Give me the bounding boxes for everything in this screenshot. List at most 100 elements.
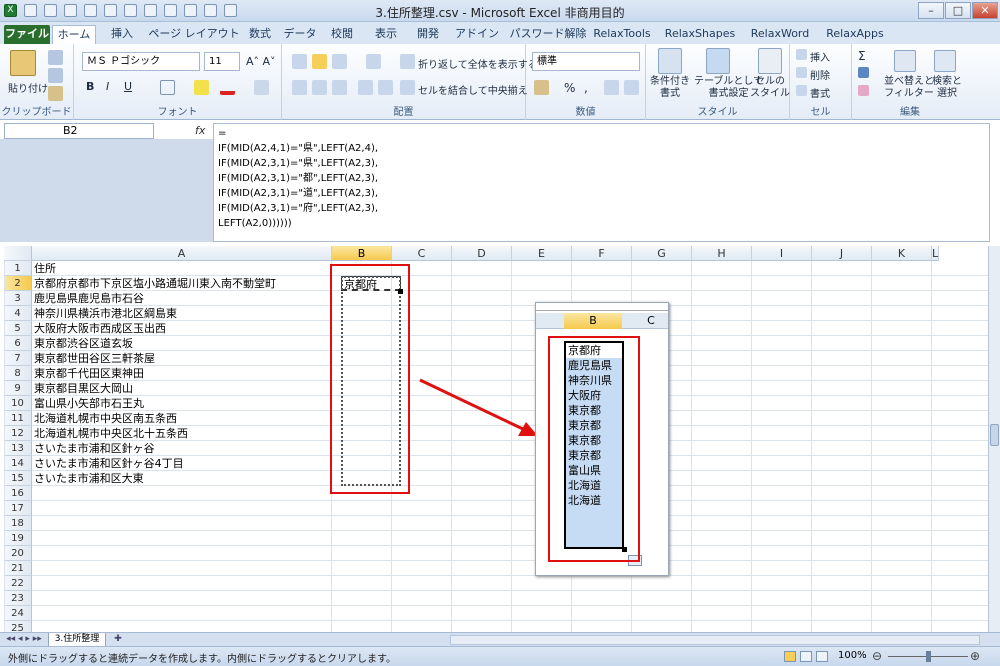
column-header-j[interactable]: J: [812, 246, 872, 261]
tab-relaxtools[interactable]: RelaxTools: [592, 25, 652, 44]
row-header[interactable]: 10: [4, 396, 32, 411]
maximize-button[interactable]: □: [945, 2, 971, 19]
zoom-in-icon[interactable]: ⊕: [970, 649, 980, 663]
minimize-button[interactable]: –: [918, 2, 944, 19]
row-header[interactable]: 6: [4, 336, 32, 351]
align-top-icon[interactable]: [292, 54, 307, 69]
italic-button[interactable]: I: [106, 80, 109, 93]
row-header[interactable]: 3: [4, 291, 32, 306]
cell-a[interactable]: 東京都目黒区大岡山: [32, 381, 133, 396]
cell-styles-icon[interactable]: [758, 48, 782, 74]
column-header-k[interactable]: K: [872, 246, 932, 261]
page-break-view-icon[interactable]: [816, 651, 828, 662]
format-painter-icon[interactable]: [48, 86, 63, 101]
tab-relaxword[interactable]: RelaxWord: [748, 25, 812, 44]
row-header[interactable]: 24: [4, 606, 32, 621]
border-icon[interactable]: [160, 80, 175, 95]
tab-view[interactable]: 表示: [368, 25, 404, 44]
bold-button[interactable]: B: [86, 80, 94, 93]
font-color-icon[interactable]: [220, 80, 235, 95]
indent-decrease-icon[interactable]: [358, 80, 373, 95]
row-header[interactable]: 16: [4, 486, 32, 501]
column-header-e[interactable]: E: [512, 246, 572, 261]
merge-icon[interactable]: [400, 80, 415, 95]
formula-input[interactable]: = IF(MID(A2,4,1)="県",LEFT(A2,4), IF(MID(…: [213, 123, 990, 242]
cell-a[interactable]: 京都府京都市下京区塩小路通堀川東入南不動堂町: [32, 276, 276, 291]
insert-function-button[interactable]: fx: [195, 124, 205, 137]
cell-a[interactable]: さいたま市浦和区針ヶ谷4丁目: [32, 456, 184, 471]
cell-a[interactable]: 東京都世田谷区三軒茶屋: [32, 351, 155, 366]
merge-center-button[interactable]: セルを結合して中央揃え: [418, 82, 528, 97]
select-all-corner[interactable]: [4, 246, 32, 261]
conditional-format-button[interactable]: 条件付き 書式: [650, 76, 690, 100]
comma-button[interactable]: ,: [584, 81, 588, 95]
horizontal-scrollbar[interactable]: [450, 635, 980, 645]
row-header[interactable]: 11: [4, 411, 32, 426]
cell-styles-button[interactable]: セルの スタイル: [750, 76, 790, 100]
indent-increase-icon[interactable]: [378, 80, 393, 95]
row-header[interactable]: 9: [4, 381, 32, 396]
row-header[interactable]: 18: [4, 516, 32, 531]
row-header[interactable]: 12: [4, 426, 32, 441]
clear-icon[interactable]: [858, 85, 869, 96]
font-size-select[interactable]: 11: [204, 52, 240, 71]
binoculars-icon[interactable]: [934, 50, 956, 72]
cell-a[interactable]: さいたま市浦和区針ヶ谷: [32, 441, 155, 456]
zoom-slider-thumb[interactable]: [926, 651, 931, 662]
delete-cells-icon[interactable]: [796, 67, 807, 78]
tab-relaxapps[interactable]: RelaxApps: [822, 25, 888, 44]
sort-filter-icon[interactable]: [894, 50, 916, 72]
format-cells-button[interactable]: 書式: [810, 85, 830, 100]
tab-page-layout[interactable]: ページ レイアウト: [146, 25, 242, 44]
currency-icon[interactable]: [534, 80, 549, 95]
number-format-select[interactable]: 標準: [532, 52, 640, 71]
cell-a[interactable]: 神奈川県横浜市港北区綱島東: [32, 306, 177, 321]
page-layout-view-icon[interactable]: [800, 651, 812, 662]
cell-a[interactable]: さいたま市浦和区大東: [32, 471, 144, 486]
format-table-icon[interactable]: [706, 48, 730, 74]
find-select-button[interactable]: 検索と 選択: [932, 76, 962, 100]
autosum-icon[interactable]: Σ: [858, 49, 866, 63]
row-header[interactable]: 5: [4, 321, 32, 336]
tab-insert[interactable]: 挿入: [104, 25, 140, 44]
row-header[interactable]: 15: [4, 471, 32, 486]
column-header-l[interactable]: L: [932, 246, 940, 261]
row-header[interactable]: 25: [4, 621, 32, 632]
conditional-format-icon[interactable]: [658, 48, 682, 74]
align-middle-icon[interactable]: [312, 54, 327, 69]
fill-icon[interactable]: [858, 67, 869, 78]
orientation-icon[interactable]: [366, 54, 381, 69]
cell-a[interactable]: 富山県小矢部市石王丸: [32, 396, 144, 411]
tab-file[interactable]: ファイル: [4, 25, 50, 44]
column-header-g[interactable]: G: [632, 246, 692, 261]
row-header[interactable]: 19: [4, 531, 32, 546]
column-header-h[interactable]: H: [692, 246, 752, 261]
row-header[interactable]: 20: [4, 546, 32, 561]
zoom-level[interactable]: 100%: [838, 650, 867, 661]
tab-developer[interactable]: 開発: [410, 25, 446, 44]
sheet-tab-active[interactable]: 3.住所整理: [48, 633, 106, 647]
column-header-f[interactable]: F: [572, 246, 632, 261]
new-sheet-icon[interactable]: ✚: [108, 633, 128, 647]
sort-filter-button[interactable]: 並べ替えと フィルター: [884, 76, 934, 100]
tab-data[interactable]: データ: [280, 25, 320, 44]
scroll-thumb[interactable]: [990, 424, 999, 446]
cell-a[interactable]: 大阪府大阪市西成区玉出西: [32, 321, 166, 336]
tab-relaxshapes[interactable]: RelaxShapes: [664, 25, 736, 44]
font-name-select[interactable]: ＭＳ Ｐゴシック: [82, 52, 200, 71]
align-right-icon[interactable]: [332, 80, 347, 95]
close-button[interactable]: ✕: [972, 2, 998, 19]
row-header[interactable]: 1: [4, 261, 32, 276]
row-header[interactable]: 13: [4, 441, 32, 456]
row-header[interactable]: 17: [4, 501, 32, 516]
row-header[interactable]: 2: [4, 276, 32, 291]
cell-a[interactable]: 北海道札幌市中央区北十五条西: [32, 426, 188, 441]
underline-button[interactable]: U: [124, 80, 132, 93]
zoom-out-icon[interactable]: ⊖: [872, 649, 882, 663]
row-header[interactable]: 21: [4, 561, 32, 576]
row-header[interactable]: 14: [4, 456, 32, 471]
insert-cells-button[interactable]: 挿入: [810, 49, 830, 64]
column-header-b[interactable]: B: [332, 246, 392, 261]
row-header[interactable]: 8: [4, 366, 32, 381]
tab-addins[interactable]: アドイン: [454, 25, 500, 44]
